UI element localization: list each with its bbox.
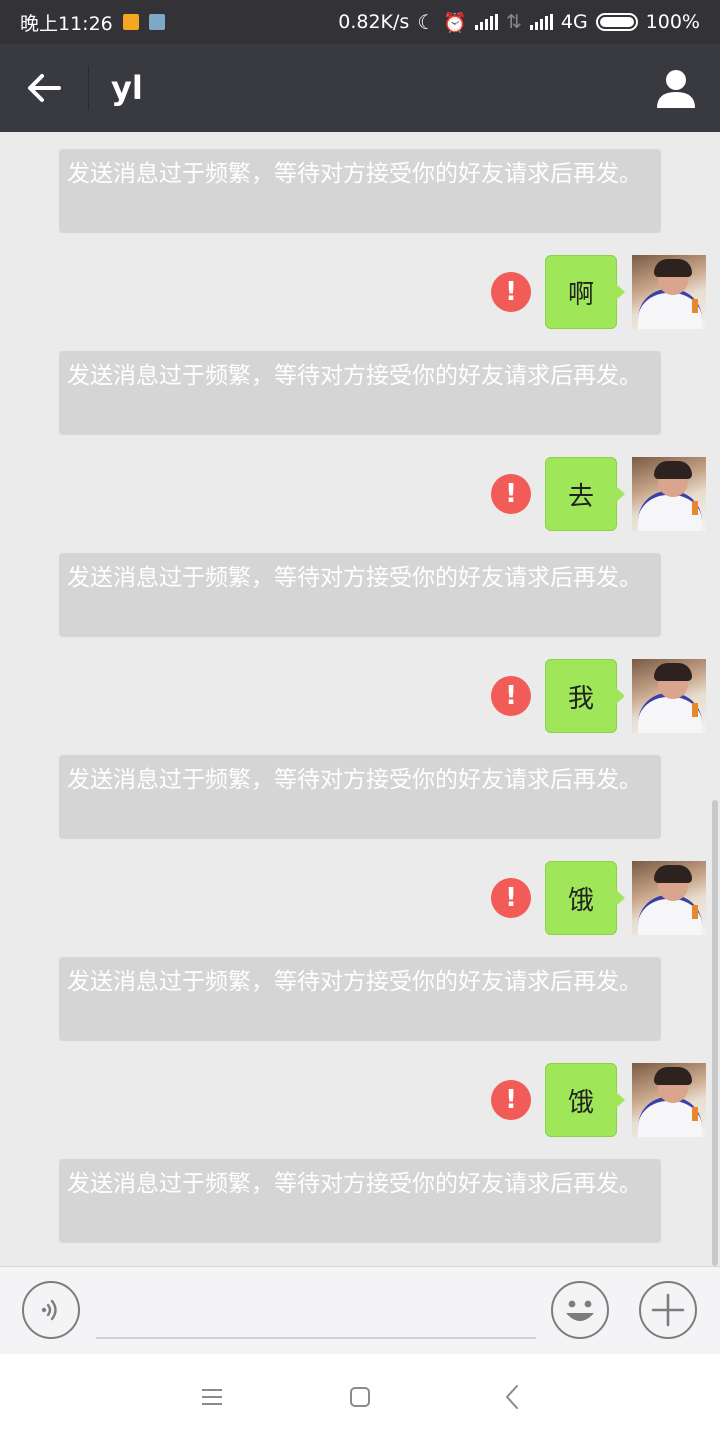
avatar[interactable] — [632, 457, 706, 531]
chat-title: yl — [111, 69, 143, 107]
back-icon — [506, 1385, 518, 1409]
arrow-left-icon — [28, 74, 61, 102]
message-bubble[interactable]: 去 — [545, 457, 625, 531]
back-button[interactable] — [0, 44, 88, 132]
battery-icon — [595, 13, 638, 31]
avatar[interactable] — [632, 861, 706, 935]
message-row: ! 我 — [0, 659, 720, 733]
system-notice: 发送消息过于频繁，等待对方接受你的好友请求后再发。 — [59, 351, 661, 435]
message-row: ! 饿 — [0, 1063, 720, 1137]
signal-icon-2 — [529, 14, 553, 30]
message-row: ! 去 — [0, 457, 720, 531]
system-notice: 发送消息过于频繁，等待对方接受你的好友请求后再发。 — [59, 755, 661, 839]
home-button[interactable] — [338, 1375, 382, 1419]
avatar[interactable] — [632, 659, 706, 733]
send-failed-icon[interactable]: ! — [491, 878, 531, 918]
system-notice: 发送消息过于频繁，等待对方接受你的好友请求后再发。 — [59, 957, 661, 1041]
person-icon — [657, 70, 695, 108]
status-bar: 晚上11:26 0.82K/s ☾ ⏰ ⇅ 4G 100% — [0, 0, 720, 44]
scrollbar[interactable] — [712, 800, 718, 1266]
emoji-icon — [566, 1300, 594, 1321]
system-notice: 发送消息过于频繁，等待对方接受你的好友请求后再发。 — [59, 1159, 661, 1243]
menu-icon — [202, 1389, 222, 1405]
send-failed-icon[interactable]: ! — [491, 1080, 531, 1120]
input-bar — [0, 1266, 720, 1354]
do-not-disturb-icon: ☾ — [417, 10, 436, 34]
data-transfer-icon: ⇅ — [505, 11, 522, 33]
title-divider — [88, 66, 89, 110]
send-failed-icon[interactable]: ! — [491, 676, 531, 716]
message-row: ! 啊 — [0, 255, 720, 329]
emoji-button[interactable] — [551, 1281, 609, 1339]
home-icon — [350, 1387, 370, 1407]
chat-info-button[interactable] — [632, 44, 720, 132]
message-row: ! 饿 — [0, 861, 720, 935]
voice-button[interactable] — [22, 1281, 80, 1339]
network-speed: 0.82K/s — [338, 11, 410, 33]
chat-list[interactable]: 发送消息过于频繁，等待对方接受你的好友请求后再发。 ! 啊 发送消息过于频繁，等… — [0, 132, 720, 1266]
avatar[interactable] — [632, 1063, 706, 1137]
message-input[interactable] — [96, 1283, 536, 1339]
message-bubble[interactable]: 饿 — [545, 1063, 625, 1137]
send-failed-icon[interactable]: ! — [491, 474, 531, 514]
message-bubble[interactable]: 饿 — [545, 861, 625, 935]
alarm-icon: ⏰ — [443, 11, 467, 34]
more-button[interactable] — [639, 1281, 697, 1339]
avatar[interactable] — [632, 255, 706, 329]
send-failed-icon[interactable]: ! — [491, 272, 531, 312]
signal-icon — [474, 14, 498, 30]
message-bubble[interactable]: 我 — [545, 659, 625, 733]
menu-button[interactable] — [190, 1375, 234, 1419]
status-time: 晚上11:26 — [20, 12, 113, 35]
network-type: 4G — [560, 11, 588, 33]
voice-icon — [41, 1299, 57, 1321]
nav-back-button[interactable] — [490, 1375, 534, 1419]
system-notice: 发送消息过于频繁，等待对方接受你的好友请求后再发。 — [59, 553, 661, 637]
navigation-bar — [0, 1354, 720, 1440]
notification-icon — [122, 14, 139, 30]
system-notice: 发送消息过于频繁，等待对方接受你的好友请求后再发。 — [59, 149, 661, 233]
battery-level: 100% — [645, 11, 700, 33]
message-bubble[interactable]: 啊 — [545, 255, 625, 329]
sim-toolkit-icon — [148, 14, 165, 30]
title-bar: yl — [0, 44, 720, 132]
plus-icon — [651, 1293, 685, 1327]
